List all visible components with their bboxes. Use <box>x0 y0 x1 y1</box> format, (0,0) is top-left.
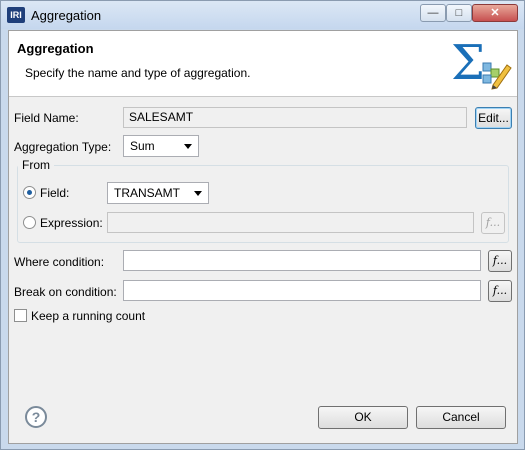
running-count-checkbox[interactable] <box>14 309 27 322</box>
iri-app-icon: IRI <box>7 7 25 23</box>
where-function-button[interactable]: f... <box>488 250 512 272</box>
field-radio-label[interactable]: Field: <box>40 186 69 200</box>
close-button[interactable]: ✕ <box>472 4 518 22</box>
aggregation-type-dropdown[interactable]: Sum <box>123 135 199 157</box>
dialog-body: Aggregation Specify the name and type of… <box>8 30 518 444</box>
window-title: Aggregation <box>31 8 102 23</box>
from-group-label: From <box>18 158 54 172</box>
chevron-down-icon <box>194 191 202 196</box>
from-field-dropdown[interactable]: TRANSAMT <box>107 182 209 204</box>
expression-radio[interactable] <box>23 216 36 229</box>
expression-input[interactable] <box>107 212 474 233</box>
running-count-label[interactable]: Keep a running count <box>31 309 145 323</box>
break-condition-label: Break on condition: <box>14 285 117 299</box>
where-condition-input[interactable] <box>123 250 481 271</box>
from-field-value: TRANSAMT <box>114 186 180 200</box>
field-name-label: Field Name: <box>14 111 79 125</box>
cancel-button[interactable]: Cancel <box>416 406 506 429</box>
aggregation-type-label: Aggregation Type: <box>14 140 112 154</box>
field-radio[interactable] <box>23 186 36 199</box>
where-condition-label: Where condition: <box>14 255 105 269</box>
break-condition-input[interactable] <box>123 280 481 301</box>
minimize-button[interactable]: — <box>420 4 446 22</box>
sigma-edit-icon: Σ <box>451 35 512 91</box>
header-title: Aggregation <box>17 41 94 56</box>
field-name-input[interactable]: SALESAMT <box>123 107 467 128</box>
svg-text:Σ: Σ <box>451 35 485 91</box>
edit-button[interactable]: Edit... <box>475 107 512 129</box>
title-bar[interactable]: IRI Aggregation — □ ✕ <box>1 1 524 29</box>
expression-function-button[interactable]: f... <box>481 212 505 234</box>
dialog-header: Aggregation Specify the name and type of… <box>9 31 517 97</box>
chevron-down-icon <box>184 144 192 149</box>
aggregation-type-value: Sum <box>130 139 155 153</box>
break-function-button[interactable]: f... <box>488 280 512 302</box>
help-icon[interactable]: ? <box>25 406 47 428</box>
header-description: Specify the name and type of aggregation… <box>25 66 251 80</box>
aggregation-dialog: IRI Aggregation — □ ✕ Aggregation Specif… <box>0 0 525 450</box>
maximize-button[interactable]: □ <box>446 4 472 22</box>
ok-button[interactable]: OK <box>318 406 408 429</box>
expression-radio-label[interactable]: Expression: <box>40 216 103 230</box>
